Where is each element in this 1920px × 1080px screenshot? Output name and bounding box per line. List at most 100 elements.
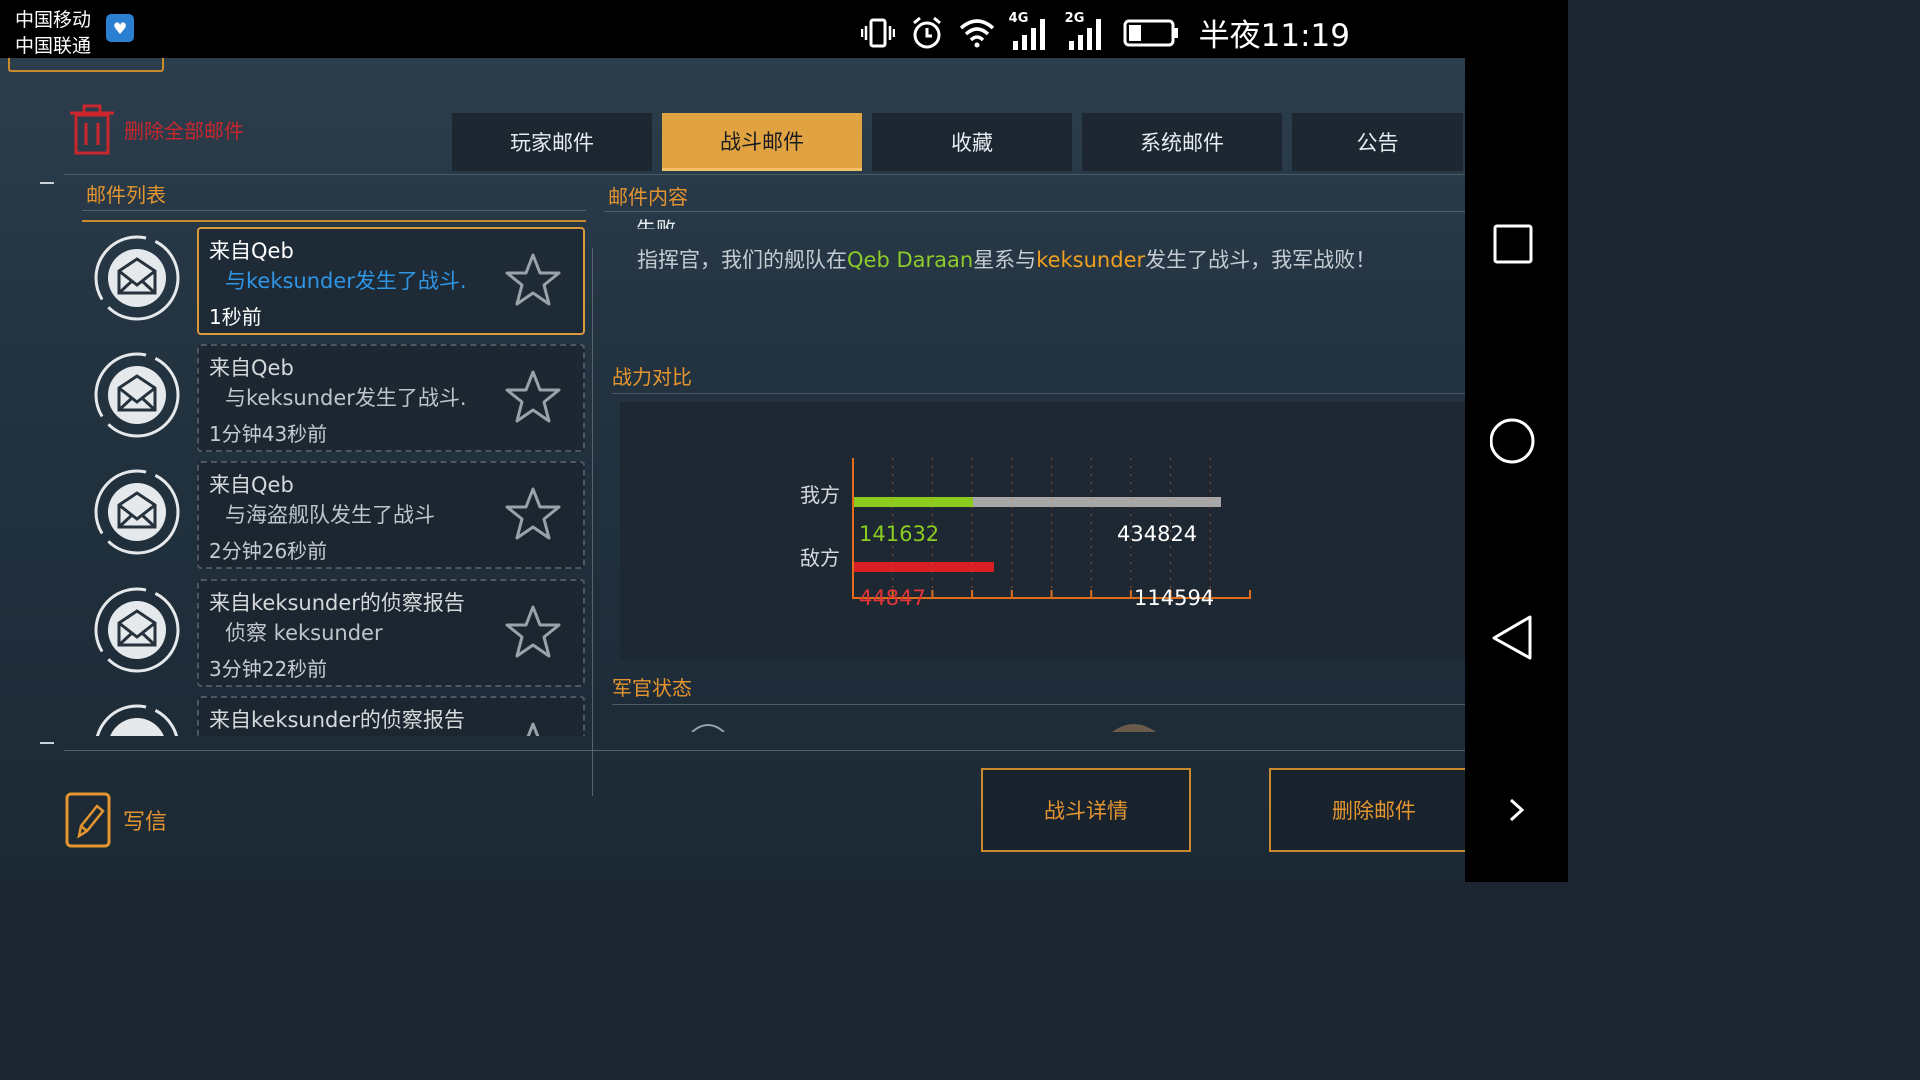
- status-icons: 4G 2G 半夜11:19: [860, 10, 1350, 55]
- officer-portrait-tops: [691, 724, 1156, 732]
- signal-2g: 2G: [1065, 11, 1107, 51]
- mail-time: 2分钟26秒前: [209, 539, 328, 563]
- alarm-icon: [912, 16, 941, 48]
- enemy-label: 敌方: [800, 546, 840, 570]
- ours-total-value: 434824: [1117, 522, 1198, 546]
- divider: [64, 174, 1465, 175]
- mail-content-title: 邮件内容: [608, 185, 688, 209]
- network-type-2: 2G: [1064, 10, 1085, 26]
- mail-from: 来自Qeb: [209, 239, 294, 263]
- health-app-icon: ♥: [106, 14, 134, 42]
- side-dash: [40, 182, 54, 184]
- vibrate-icon: [860, 18, 895, 47]
- recent-apps-button[interactable]: [1490, 222, 1540, 268]
- mail-card[interactable]: 来自keksunder的侦察报告 侦察 keksunder 3分钟22秒前: [197, 579, 585, 687]
- mail-tabs: 玩家邮件 战斗邮件 收藏 系统邮件 公告: [452, 113, 1463, 171]
- ours-label: 我方: [800, 483, 840, 507]
- enemy-total-value: 114594: [1134, 586, 1215, 610]
- officer-portraits: [612, 716, 1465, 732]
- star-icon[interactable]: [504, 485, 562, 543]
- mail-list-item[interactable]: 来自keksunder的侦察报告: [82, 696, 592, 736]
- ours-current-value: 141632: [859, 522, 940, 546]
- mail-card[interactable]: 来自Qeb 与海盗舰队发生了战斗 2分钟26秒前: [197, 461, 585, 569]
- mail-card[interactable]: 来自keksunder的侦察报告: [197, 696, 585, 736]
- chevron-right-icon[interactable]: [1505, 796, 1529, 824]
- divider: [64, 750, 1465, 751]
- mail-from: 来自Qeb: [209, 473, 294, 497]
- list-divider: [592, 248, 593, 796]
- enemy-current-value: 44847: [859, 586, 926, 610]
- network-type-1: 4G: [1008, 10, 1029, 26]
- star-icon[interactable]: [504, 720, 562, 736]
- body-prefix: 指挥官，我们的舰队在: [637, 248, 847, 272]
- mail-content-heading: 失败: [636, 217, 676, 229]
- tab-battle-mail[interactable]: 战斗邮件: [662, 113, 862, 171]
- mail-list-item[interactable]: 来自keksunder的侦察报告 侦察 keksunder 3分钟22秒前: [82, 579, 592, 687]
- mail-list[interactable]: 来自Qeb 与keksunder发生了战斗. 1秒前 来自Qeb 与keksun…: [82, 226, 592, 736]
- home-button[interactable]: [1490, 416, 1540, 466]
- pencil-icon: [65, 792, 111, 848]
- mail-time: 1秒前: [209, 305, 262, 329]
- trash-icon: [70, 104, 114, 155]
- body-suffix: 发生了战斗，我军战败！: [1145, 248, 1377, 272]
- mail-list-title: 邮件列表: [86, 183, 166, 207]
- tab-favorites[interactable]: 收藏: [872, 113, 1072, 171]
- divider: [612, 704, 1465, 705]
- system-navigation-bar: [1465, 0, 1568, 882]
- mail-from: 来自keksunder的侦察报告: [209, 591, 465, 615]
- divider: [612, 393, 1465, 394]
- signal-4g: 4G: [1009, 11, 1051, 51]
- mail-content-body: 指挥官，我们的舰队在Qeb Daraan星系与keksunder发生了战斗，我军…: [637, 244, 1376, 274]
- location-name: Qeb Daraan: [847, 248, 974, 272]
- divider: [82, 210, 586, 211]
- battle-detail-button[interactable]: 战斗详情: [981, 768, 1191, 852]
- divider: [604, 211, 1465, 212]
- body-mid: 星系与: [973, 248, 1037, 272]
- tab-system-mail[interactable]: 系统邮件: [1082, 113, 1282, 171]
- enemy-name: keksunder: [1036, 248, 1146, 272]
- clock: 半夜11:19: [1198, 18, 1350, 54]
- delete-all-label: 删除全部邮件: [124, 118, 244, 143]
- delete-mail-button[interactable]: 删除邮件: [1269, 768, 1465, 852]
- envelope-icon: [94, 469, 180, 555]
- star-icon[interactable]: [504, 251, 562, 309]
- mail-subject: 与海盗舰队发生了战斗: [225, 503, 435, 527]
- mail-subject: 与keksunder发生了战斗.: [225, 269, 467, 293]
- top-tab-edge: [8, 58, 164, 72]
- delete-all-mail-button[interactable]: 删除全部邮件: [68, 103, 244, 155]
- tab-player-mail[interactable]: 玩家邮件: [452, 113, 652, 171]
- enemy-bar: [853, 562, 994, 572]
- write-mail-label: 写信: [123, 810, 168, 835]
- envelope-icon: [94, 235, 180, 321]
- mail-list-item[interactable]: 来自Qeb 与海盗舰队发生了战斗 2分钟26秒前: [82, 461, 592, 569]
- envelope-icon: [94, 587, 180, 673]
- ours-bar: [853, 497, 973, 507]
- carrier-name-1: 中国移动: [15, 9, 92, 31]
- mail-card[interactable]: 来自Qeb 与keksunder发生了战斗. 1分钟43秒前: [197, 344, 585, 452]
- star-icon[interactable]: [504, 603, 562, 661]
- mail-list-item[interactable]: 来自Qeb 与keksunder发生了战斗. 1秒前: [82, 227, 592, 335]
- battery-icon: [1123, 19, 1178, 46]
- star-icon[interactable]: [504, 368, 562, 426]
- officer-status-title: 军官状态: [612, 676, 692, 700]
- mail-card[interactable]: 来自Qeb 与keksunder发生了战斗. 1秒前: [197, 227, 585, 335]
- wifi-icon: [959, 18, 994, 47]
- power-compare-chart: 我方 敌方 141632 434824 44847 114594: [620, 402, 1465, 660]
- carrier-name-2: 中国联通: [15, 35, 92, 57]
- back-button[interactable]: [1490, 612, 1540, 662]
- mail-list-item[interactable]: 来自Qeb 与keksunder发生了战斗. 1分钟43秒前: [82, 344, 592, 452]
- mail-time: 1分钟43秒前: [209, 422, 328, 446]
- tab-announcement[interactable]: 公告: [1292, 113, 1463, 171]
- game-screen: 删除全部邮件 玩家邮件 战斗邮件 收藏 系统邮件 公告 邮件列表 来自Qeb 与…: [0, 58, 1465, 882]
- power-compare-title: 战力对比: [612, 365, 692, 389]
- mail-from: 来自Qeb: [209, 356, 294, 380]
- side-dash: [40, 742, 54, 744]
- envelope-icon: [94, 352, 180, 438]
- mail-from: 来自keksunder的侦察报告: [209, 708, 465, 732]
- mail-subject: 与keksunder发生了战斗.: [225, 386, 467, 410]
- divider: [82, 220, 586, 222]
- write-mail-button[interactable]: 写信: [65, 792, 167, 848]
- mail-subject: 侦察 keksunder: [225, 621, 383, 645]
- envelope-icon: [95, 704, 179, 736]
- status-bar: 中国移动 中国联通 ♥ 4G 2G 半夜11:19: [0, 0, 1465, 58]
